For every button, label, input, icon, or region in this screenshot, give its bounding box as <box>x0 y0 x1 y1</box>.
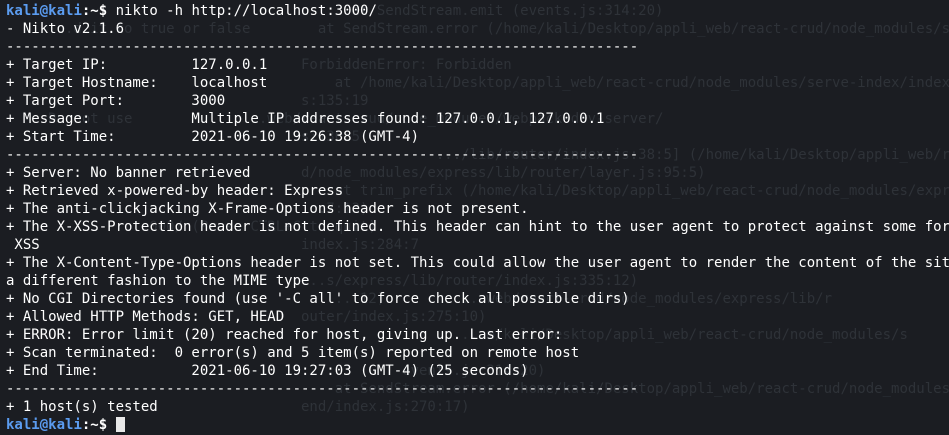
output-line: + Message: Multiple IP addresses found: … <box>6 111 605 127</box>
output-line: + 1 host(s) tested <box>6 399 158 415</box>
prompt-path: :~$ <box>81 3 108 19</box>
output-line: - Nikto v2.1.6 <box>6 21 125 37</box>
output-line: a different fashion to the MIME type <box>6 273 310 289</box>
output-line: ----------------------------------------… <box>6 39 639 55</box>
output-line: + Target Port: 3000 <box>6 93 226 109</box>
output-line: + Start Time: 2021-06-10 19:26:38 (GMT-4… <box>6 129 420 145</box>
terminal-output: kali@kali:~$ nikto -h http://localhost:3… <box>0 0 949 434</box>
output-line: XSS <box>6 237 40 253</box>
output-line: + Retrieved x-powered-by header: Express <box>6 183 344 199</box>
command-output: - Nikto v2.1.6 --------------------------… <box>6 20 949 416</box>
prompt-user: kali <box>6 417 40 433</box>
prompt-path: :~$ <box>81 417 108 433</box>
output-line: + Scan terminated: 0 error(s) and 5 item… <box>6 345 580 361</box>
text-cursor <box>115 417 125 432</box>
prompt-at: @ <box>39 417 49 433</box>
output-line: + End Time: 2021-06-10 19:27:03 (GMT-4) … <box>6 363 529 379</box>
output-line: + Server: No banner retrieved <box>6 165 251 181</box>
output-line: ----------------------------------------… <box>6 381 639 397</box>
terminal-window[interactable]: at SendStream.emit (events.js:314:20) ..… <box>0 0 949 435</box>
output-line: + Target IP: 127.0.0.1 <box>6 57 268 73</box>
output-line: + Allowed HTTP Methods: GET, HEAD <box>6 309 285 325</box>
output-line: + The X-Content-Type-Options header is n… <box>6 255 949 271</box>
command-text: nikto -h http://localhost:3000/ <box>115 3 377 19</box>
active-prompt-line[interactable]: kali@kali:~$ <box>6 416 949 434</box>
output-line: + ERROR: Error limit (20) reached for ho… <box>6 327 563 343</box>
output-line: ----------------------------------------… <box>6 147 639 163</box>
command-line: kali@kali:~$ nikto -h http://localhost:3… <box>6 2 949 20</box>
prompt-host: kali <box>48 417 82 433</box>
output-line: + The X-XSS-Protection header is not def… <box>6 219 949 235</box>
prompt-user: kali <box>6 3 40 19</box>
output-line: + Target Hostname: localhost <box>6 75 268 91</box>
prompt-host: kali <box>48 3 82 19</box>
prompt-at: @ <box>39 3 49 19</box>
output-line: + The anti-clickjacking X-Frame-Options … <box>6 201 529 217</box>
output-line: + No CGI Directories found (use '-C all'… <box>6 291 630 307</box>
